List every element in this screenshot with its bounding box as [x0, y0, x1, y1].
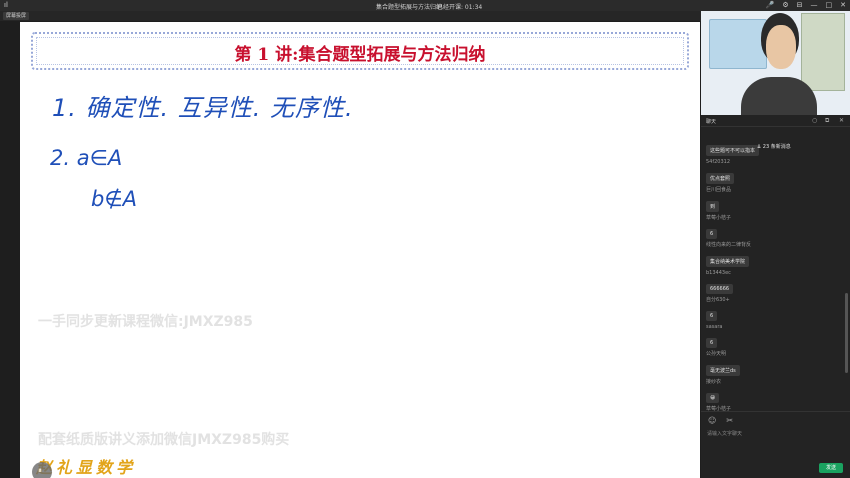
- chat-sender-name: b13443ec: [706, 270, 731, 276]
- chat-sender-name: 草莓小桔子: [706, 215, 732, 221]
- slide-heading: 第 1 讲:集合题型拓展与方法归纳: [234, 45, 486, 65]
- watermark-bottom: 配套纸质版讲义添加微信JMXZ985购买: [38, 432, 290, 448]
- chat-scrollbar[interactable]: [845, 293, 848, 373]
- teacher-webcam: [701, 11, 850, 115]
- chat-message: sasara 6: [701, 324, 850, 348]
- close-button[interactable]: ✕: [840, 1, 846, 9]
- chat-message-bubble: 这些题可不可以指本: [706, 145, 760, 156]
- chat-message-bubble: 优点套照: [706, 173, 735, 184]
- pause-icon: ⏸: [38, 466, 42, 475]
- maximize-button[interactable]: □: [826, 1, 833, 9]
- layout-icon[interactable]: ⊟: [797, 1, 803, 9]
- new-messages-indicator[interactable]: ⇊ 23 条新消息: [757, 143, 791, 150]
- window-controls: 🎤 ⚙ ⊟ — □ ✕: [766, 1, 846, 9]
- teacher-face: [766, 25, 796, 69]
- chat-header: 聊天 ○ ⧉ ✕: [701, 115, 850, 127]
- close-chat-icon[interactable]: ✕: [839, 117, 844, 124]
- chat-message: 自分630+ 6: [701, 297, 850, 321]
- composer-tools: ☺ ✂: [708, 416, 733, 425]
- handwriting-line-3: b∉A: [91, 187, 137, 211]
- chat-message-bubble: 6: [706, 311, 718, 321]
- chat-title: 聊天: [706, 119, 717, 125]
- chat-bubble-icon[interactable]: ○: [812, 117, 817, 124]
- shared-slide: 第 1 讲:集合题型拓展与方法归纳 1. 确定性. 互异性. 无序性. 2. a…: [20, 22, 700, 478]
- chat-sender-name: 54f20312: [706, 159, 731, 165]
- emoji-icon[interactable]: ☺: [708, 416, 716, 425]
- chat-message: 草莓小桔子 6: [701, 215, 850, 239]
- chat-sender-name: 公孙天明: [706, 351, 727, 357]
- chat-message-bubble: 集合纳美术学院: [706, 256, 750, 267]
- chat-message-bubble: 毫无波兰ds: [706, 365, 740, 376]
- watermark-top: 一手同步更新课程微信:JMXZ985: [38, 314, 253, 330]
- chat-composer: ☺ ✂ 请输入文字聊天 发送: [701, 411, 850, 478]
- chat-sender-name: [706, 131, 850, 138]
- floating-pause-button[interactable]: ⏸: [32, 462, 52, 478]
- popout-icon[interactable]: ⧉: [825, 117, 829, 125]
- scissors-icon[interactable]: ✂: [726, 416, 733, 425]
- screen-share-tag[interactable]: 屏幕投屏: [3, 12, 30, 20]
- chat-message-bubble: 😀: [706, 393, 720, 403]
- window-title: 集合题型拓展与方法归纳: [376, 4, 443, 11]
- chat-panel: 聊天 ○ ⧉ ✕ 这些题可不可以指本 54f20312 优点套照巨川回食品到草莓小桔…: [701, 115, 850, 478]
- minimize-button[interactable]: —: [811, 1, 818, 9]
- chat-message: b13443ec 666666: [701, 270, 850, 294]
- chat-messages: 这些题可不可以指本 54f20312 优点套照巨川回食品到草莓小桔子 6 线性向来的二律…: [701, 128, 850, 411]
- send-button[interactable]: 发送: [819, 463, 843, 473]
- settings-icon[interactable]: ⚙: [782, 1, 788, 9]
- chat-sender-name: 接纱衣: [706, 379, 722, 385]
- signal-icon: ıl: [4, 1, 8, 9]
- chat-message-bubble: 6: [706, 338, 718, 348]
- handwriting-line-2: 2. a∈A: [50, 146, 123, 170]
- chat-message: 巨川回食品到: [701, 187, 850, 212]
- slide-banner: 第 1 讲:集合题型拓展与方法归纳: [31, 32, 689, 70]
- chat-sender-name: 线性向来的二律背反: [706, 242, 752, 248]
- teacher-body: [741, 77, 817, 115]
- chat-message: 线性向来的二律背反集合纳美术学院: [701, 242, 850, 267]
- chat-sender-name: 自分630+: [706, 297, 730, 303]
- handwriting-line-1: 1. 确定性. 互异性. 无序性.: [52, 94, 354, 122]
- chat-message-bubble: 6: [706, 229, 718, 239]
- chat-message-bubble: 到: [706, 201, 720, 212]
- window-titlebar: ıl 集合题型拓展与方法归纳 已经开课: 01:34 🎤 ⚙ ⊟ — □ ✕: [0, 0, 850, 11]
- chat-message: 54f20312 优点套照: [701, 159, 850, 184]
- elapsed-time: 已经开课: 01:34: [437, 4, 483, 11]
- chat-message: 接纱衣 😀: [701, 379, 850, 403]
- wall-poster: [801, 13, 845, 91]
- chat-message: 公孙天明毫无波兰ds: [701, 351, 850, 376]
- chat-input[interactable]: 请输入文字聊天: [707, 430, 742, 437]
- wall-map: [709, 19, 767, 69]
- chat-sender-name: 巨川回食品: [706, 187, 732, 193]
- chat-sender-name: sasara: [706, 324, 723, 330]
- microphone-icon[interactable]: 🎤: [766, 1, 775, 9]
- chat-message-bubble: 666666: [706, 284, 734, 294]
